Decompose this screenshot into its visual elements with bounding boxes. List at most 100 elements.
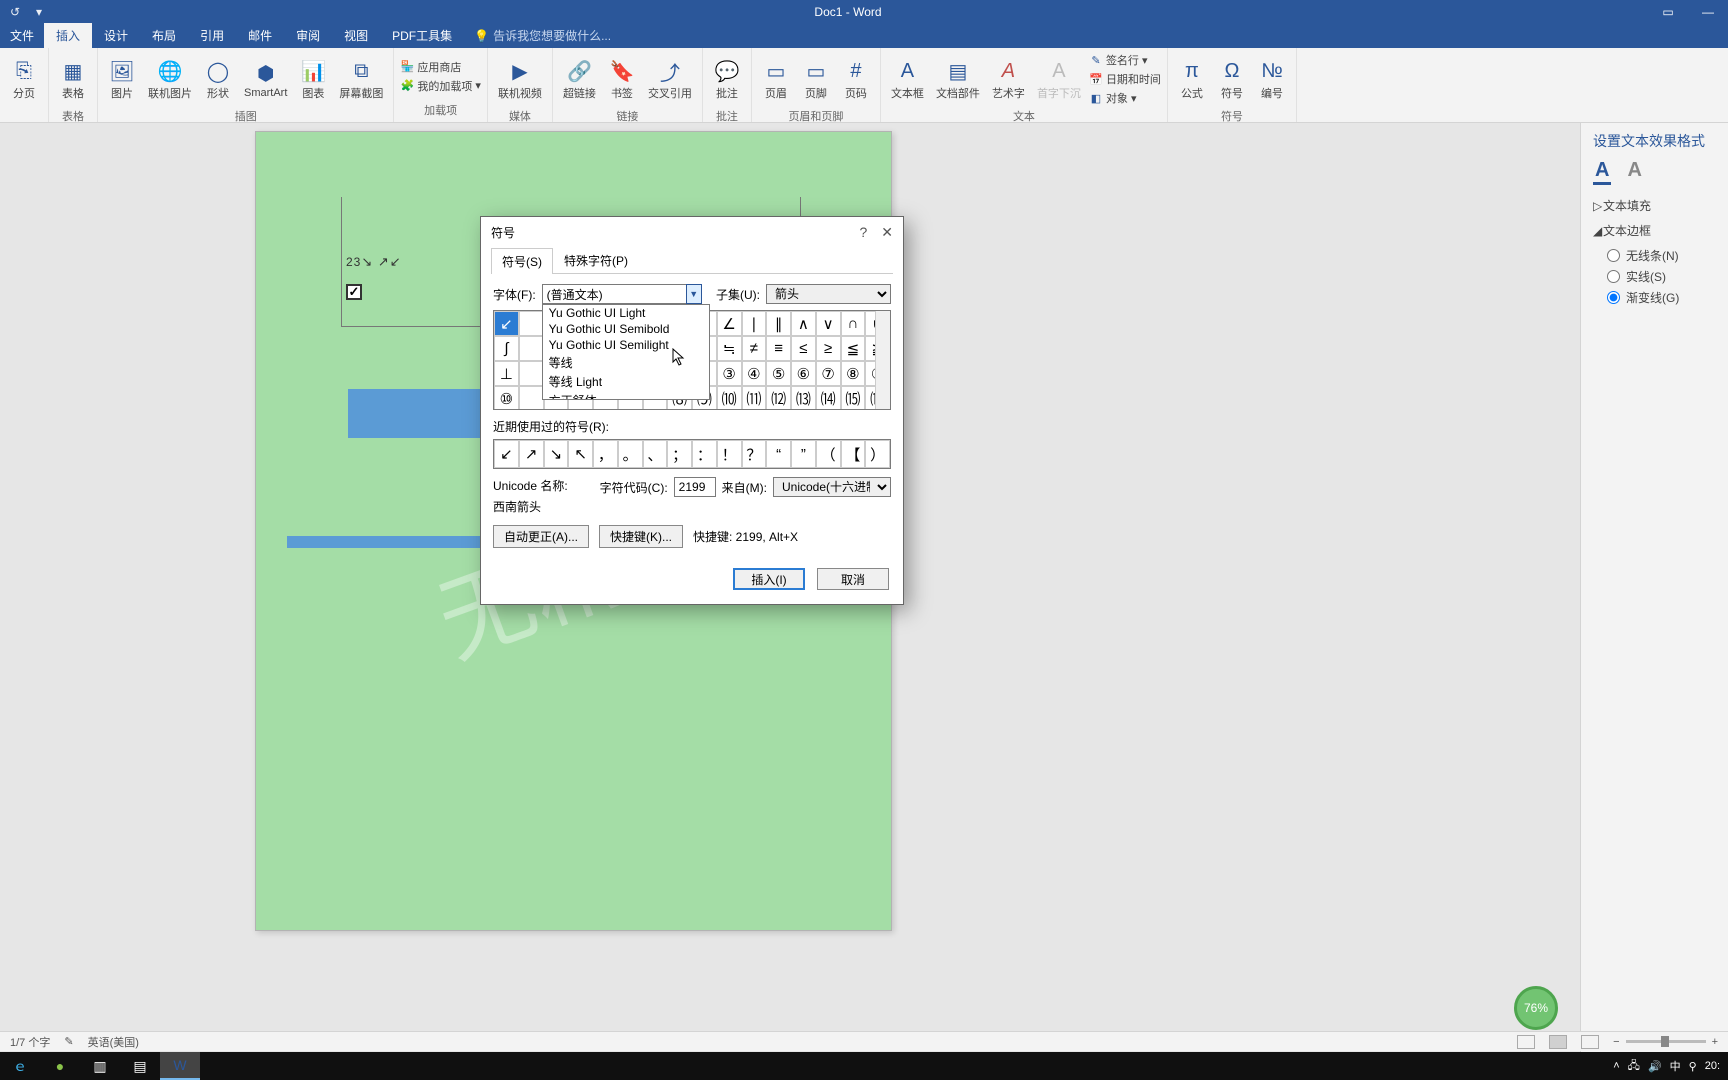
symbol-cell[interactable]: ∠	[717, 311, 742, 336]
symbol-cell[interactable]	[519, 361, 544, 386]
section-text-fill[interactable]: ▷文本填充	[1593, 197, 1716, 214]
symbol-cell[interactable]	[519, 336, 544, 361]
font-option[interactable]: Yu Gothic UI Light	[543, 305, 709, 321]
my-addins-button[interactable]: 🧩我的加载项 ▾	[400, 77, 481, 95]
symbol-cell[interactable]: ≤	[791, 336, 816, 361]
subset-select[interactable]: 箭头	[766, 284, 891, 304]
web-layout-icon[interactable]	[1581, 1035, 1599, 1049]
cancel-button[interactable]: 取消	[817, 568, 889, 590]
online-video-button[interactable]: ▶联机视频	[494, 50, 546, 108]
recent-symbol-cell[interactable]: 、	[643, 440, 668, 468]
quickparts-button[interactable]: ▤文档部件	[932, 50, 984, 108]
symbol-cell[interactable]: ≦	[841, 336, 866, 361]
tray-volume-icon[interactable]: 🔊	[1648, 1060, 1662, 1073]
symbol-cell[interactable]: ∣	[742, 311, 767, 336]
bookmark-button[interactable]: 🔖书签	[604, 50, 640, 108]
recent-symbol-cell[interactable]: ！	[717, 440, 742, 468]
page-count[interactable]: 1/7 个字	[10, 1034, 50, 1050]
symbol-cell[interactable]: ⑥	[791, 361, 816, 386]
recent-symbol-cell[interactable]: ↖	[568, 440, 593, 468]
blue-rect-1[interactable]	[348, 389, 494, 438]
word-taskbar-icon[interactable]: W	[160, 1052, 200, 1080]
comment-button[interactable]: 💬批注	[709, 50, 745, 108]
chevron-down-icon[interactable]: ▼	[686, 284, 702, 304]
page-number-button[interactable]: #页码	[838, 50, 874, 108]
number-button[interactable]: №编号	[1254, 50, 1290, 108]
zoom-in-icon[interactable]: +	[1712, 1036, 1718, 1048]
symbol-cell[interactable]: ⑽	[717, 386, 742, 410]
proof-icon[interactable]: ✎	[64, 1035, 73, 1048]
dialog-titlebar[interactable]: 符号 ? ✕	[481, 217, 903, 247]
print-layout-icon[interactable]	[1549, 1035, 1567, 1049]
from-select[interactable]: Unicode(十六进制)	[773, 477, 891, 497]
textbox-button[interactable]: A文本框	[887, 50, 928, 108]
symbol-cell[interactable]: ⑩	[494, 386, 519, 410]
datetime-button[interactable]: 📅日期和时间	[1089, 70, 1161, 88]
recent-symbol-cell[interactable]: 【	[841, 440, 866, 468]
symbol-cell[interactable]: ∫	[494, 336, 519, 361]
insert-button[interactable]: 插入(I)	[733, 568, 805, 590]
symbol-cell[interactable]: ⊥	[494, 361, 519, 386]
tray-chevron-icon[interactable]: ˄	[1613, 1060, 1619, 1072]
symbol-cell[interactable]: ≠	[742, 336, 767, 361]
text-fill-tab-icon[interactable]: A	[1593, 159, 1611, 185]
tab-design[interactable]: 设计	[92, 23, 140, 48]
symbol-cell[interactable]: ⑧	[841, 361, 866, 386]
page-break-button[interactable]: ⎘分页	[6, 50, 42, 108]
symbol-cell[interactable]: ⑦	[816, 361, 841, 386]
zoom-out-icon[interactable]: −	[1613, 1036, 1619, 1048]
tray-search-icon[interactable]: ⚲	[1689, 1060, 1697, 1073]
symbol-cell[interactable]: ≥	[816, 336, 841, 361]
tab-layout[interactable]: 布局	[140, 23, 188, 48]
read-mode-icon[interactable]	[1517, 1035, 1535, 1049]
tray-network-icon[interactable]: 🖧	[1628, 1057, 1640, 1076]
tab-pdf-tools[interactable]: PDF工具集	[380, 23, 464, 48]
zoom-slider[interactable]	[1626, 1040, 1706, 1043]
recent-symbol-cell[interactable]: ？	[742, 440, 767, 468]
symbol-cell[interactable]: ∧	[791, 311, 816, 336]
font-option[interactable]: Yu Gothic UI Semibold	[543, 321, 709, 337]
footer-button[interactable]: ▭页脚	[798, 50, 834, 108]
help-icon[interactable]: ?	[859, 224, 867, 241]
tray-ime-icon[interactable]: 中	[1670, 1058, 1681, 1074]
app-icon-1[interactable]: ●	[40, 1052, 80, 1080]
shortcut-button[interactable]: 快捷键(K)...	[599, 525, 683, 548]
symbol-cell[interactable]: ⑾	[742, 386, 767, 410]
recent-symbol-cell[interactable]: （	[816, 440, 841, 468]
text-effects-tab-icon[interactable]: A	[1625, 159, 1643, 185]
symbol-cell[interactable]: ≡	[766, 336, 791, 361]
close-icon[interactable]: ✕	[881, 224, 893, 241]
tab-view[interactable]: 视图	[332, 23, 380, 48]
radio-no-line[interactable]: 无线条(N)	[1607, 247, 1716, 264]
smartart-button[interactable]: ⬢SmartArt	[240, 50, 291, 108]
qat-dropdown-icon[interactable]: ▾	[30, 3, 48, 21]
tab-file[interactable]: 文件	[0, 23, 44, 48]
signature-button[interactable]: ✎签名行 ▾	[1089, 51, 1161, 69]
ribbon-options-icon[interactable]: ▭	[1648, 0, 1688, 23]
recent-symbol-cell[interactable]: ；	[667, 440, 692, 468]
symbol-cell[interactable]: ⑿	[766, 386, 791, 410]
symbol-button[interactable]: Ω符号	[1214, 50, 1250, 108]
tab-references[interactable]: 引用	[188, 23, 236, 48]
tell-me[interactable]: 💡告诉我您想要做什么...	[464, 23, 621, 48]
symbol-cell[interactable]: ④	[742, 361, 767, 386]
undo-icon[interactable]: ↺	[6, 3, 24, 21]
char-code-input[interactable]	[674, 477, 716, 497]
blue-rect-2[interactable]	[287, 536, 507, 548]
radio-gradient-line[interactable]: 渐变线(G)	[1607, 289, 1716, 306]
recent-symbol-cell[interactable]: ↙	[494, 440, 519, 468]
hyperlink-button[interactable]: 🔗超链接	[559, 50, 600, 108]
font-option[interactable]: 等线	[543, 353, 709, 372]
recent-symbol-cell[interactable]: ↗	[519, 440, 544, 468]
header-button[interactable]: ▭页眉	[758, 50, 794, 108]
font-option[interactable]: 方正舒体	[543, 391, 709, 400]
symbol-cell[interactable]: ⒁	[816, 386, 841, 410]
symbol-cell[interactable]: ⒂	[841, 386, 866, 410]
font-option[interactable]: Yu Gothic UI Semilight	[543, 337, 709, 353]
cross-ref-button[interactable]: ⤴交叉引用	[644, 50, 696, 108]
font-option[interactable]: 等线 Light	[543, 372, 709, 391]
symbol-cell[interactable]: ↙	[494, 311, 519, 336]
symbol-cell[interactable]: ∩	[841, 311, 866, 336]
language[interactable]: 英语(美国)	[88, 1034, 139, 1050]
recent-symbol-cell[interactable]: “	[766, 440, 791, 468]
